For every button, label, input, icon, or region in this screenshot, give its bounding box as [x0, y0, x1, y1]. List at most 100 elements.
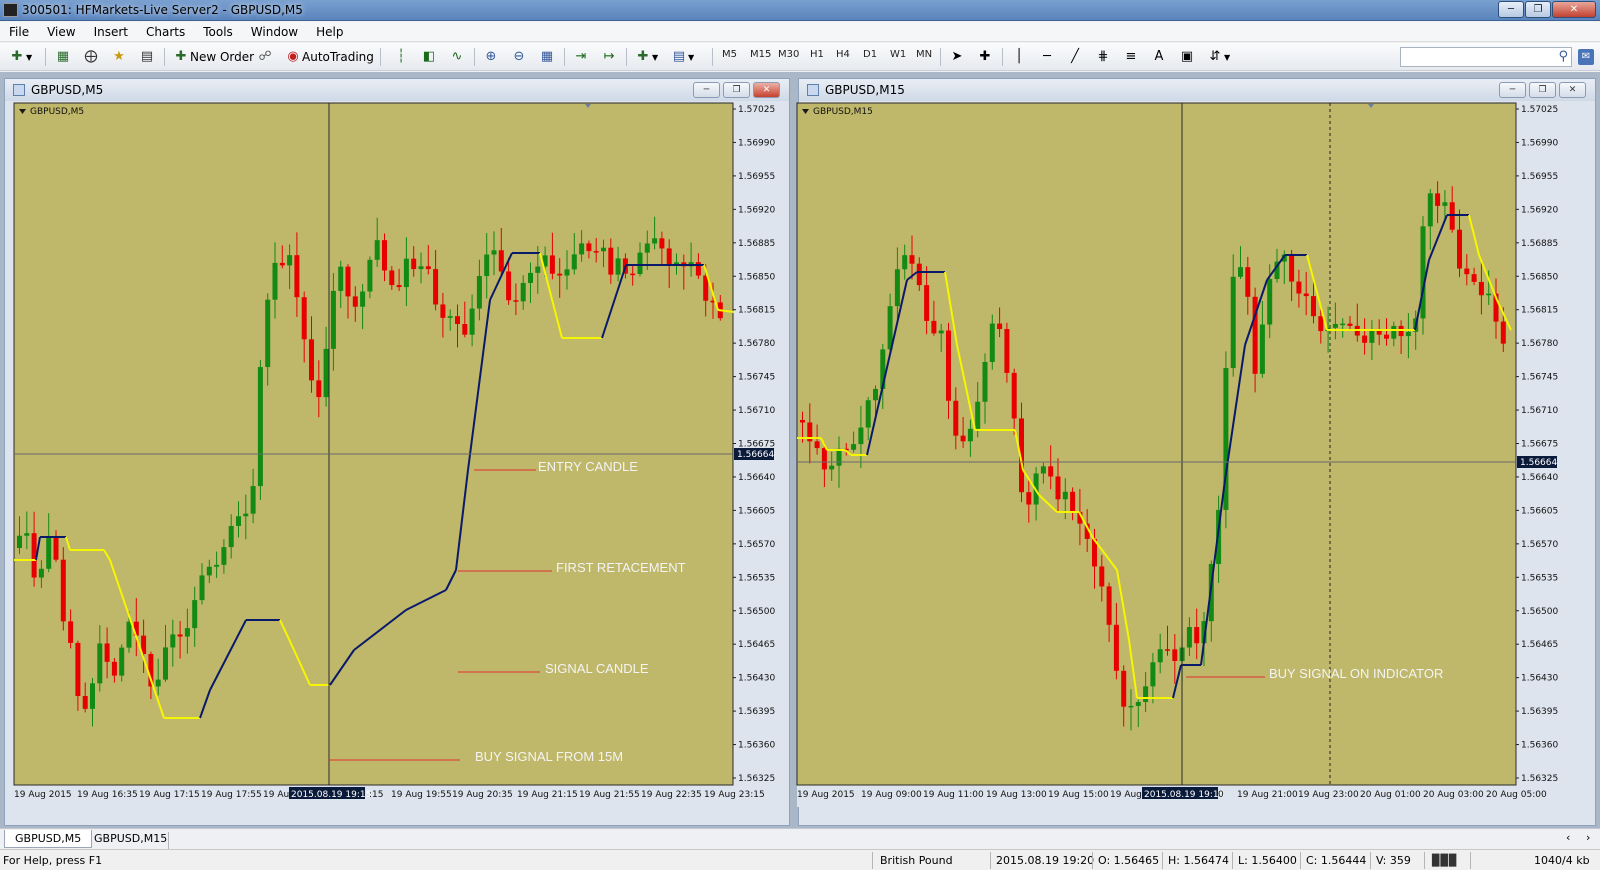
time-label: 19 Aug 13:00	[986, 790, 1047, 800]
chart-tabs: GBPUSD,M5 GBPUSD,M15 ‹ ›	[0, 828, 1600, 849]
candle-body	[1040, 466, 1046, 474]
candle-body	[938, 330, 944, 334]
price-label: 1.56815	[1521, 306, 1558, 316]
candle-body	[1026, 492, 1032, 505]
candle-body	[894, 269, 900, 307]
tab-scroll-left-icon[interactable]: ‹	[1566, 831, 1570, 844]
price-label: 1.56570	[1521, 540, 1558, 550]
candle-body	[1070, 491, 1076, 512]
candle-body	[1303, 293, 1309, 297]
candle-body	[924, 285, 930, 321]
candle-body	[960, 435, 966, 442]
candle-body	[814, 441, 820, 449]
tab-scroll-right-icon[interactable]: ›	[1586, 831, 1590, 844]
candle-body	[931, 320, 937, 334]
candle-body	[1471, 274, 1477, 282]
candle-body	[975, 401, 981, 429]
candle-body	[1230, 276, 1236, 369]
candle-body	[1267, 279, 1273, 325]
status-traffic: 1040/4 kb	[1534, 854, 1590, 867]
candle-body	[946, 330, 951, 401]
candle-body	[1427, 193, 1433, 227]
candle-body	[1478, 281, 1484, 296]
candle-body	[1172, 649, 1178, 662]
time-label: 20 Aug 05:00	[1486, 790, 1547, 800]
status-symbol: British Pound	[880, 854, 953, 867]
chart-background	[797, 103, 1516, 785]
candle-body	[1435, 193, 1441, 206]
time-label: 19 Aug 11:00	[923, 790, 984, 800]
time-label: 19 Aug 2015	[797, 790, 855, 800]
price-label: 1.56850	[1521, 272, 1558, 282]
candle-body	[865, 400, 871, 428]
time-label: 20 Aug 03:00	[1423, 790, 1484, 800]
connection-icon: ▉▉▉	[1432, 854, 1458, 867]
candle-body	[909, 255, 915, 264]
status-high: H: 1.56474	[1168, 854, 1229, 867]
chart-m15[interactable]: GBPUSD,M15 1.57025 1.56990 1.56955 1.56920 1.…	[0, 0, 1600, 870]
candle-body	[982, 361, 988, 402]
status-bar: For Help, press F1 British Pound 2015.08…	[0, 849, 1600, 870]
candle-body	[1332, 323, 1338, 328]
candle-body	[1340, 323, 1346, 326]
time-label: 19 Aug 15:00	[1048, 790, 1109, 800]
chart-symbol-label: GBPUSD,M15	[813, 107, 873, 117]
candle-body	[1011, 372, 1017, 419]
candle-body	[1245, 267, 1251, 297]
price-label: 1.56395	[1521, 707, 1558, 717]
price-label: 1.56745	[1521, 373, 1558, 383]
candle-body	[1362, 335, 1368, 343]
candle-body	[1420, 226, 1426, 319]
candle-body	[1318, 316, 1324, 332]
price-label: 1.56465	[1521, 640, 1558, 650]
status-volume: V: 359	[1376, 854, 1411, 867]
tab-gbpusd-m15[interactable]: GBPUSD,M15	[84, 830, 177, 848]
status-low: L: 1.56400	[1238, 854, 1297, 867]
candle-body	[1464, 268, 1470, 275]
candle-body	[1486, 293, 1492, 296]
price-label: 1.56710	[1521, 406, 1558, 416]
candle-body	[1442, 202, 1448, 206]
candle-body	[1128, 705, 1134, 708]
time-label: 0	[1218, 790, 1224, 800]
time-label: 20 Aug 01:00	[1360, 790, 1421, 800]
candle-body	[1384, 334, 1389, 339]
candle-body	[821, 448, 827, 470]
candle-body	[997, 323, 1003, 330]
tab-gbpusd-m5[interactable]: GBPUSD,M5	[4, 830, 93, 848]
candle-body	[1369, 329, 1375, 343]
candle-body	[836, 448, 842, 466]
price-label: 1.56325	[1521, 774, 1558, 784]
candle-body	[1062, 491, 1068, 500]
status-open: O: 1.56465	[1098, 854, 1160, 867]
candle-body	[967, 428, 973, 442]
candle-body	[1405, 331, 1411, 337]
price-label: 1.56675	[1521, 440, 1558, 450]
candle-body	[1150, 662, 1156, 687]
price-label: 1.56920	[1521, 205, 1558, 215]
candle-body	[1259, 324, 1265, 374]
candle-body	[1296, 281, 1302, 294]
annotation-label: BUY SIGNAL ON INDICATOR	[1269, 666, 1443, 681]
status-close: C: 1.56444	[1306, 854, 1367, 867]
status-help: For Help, press F1	[3, 854, 103, 867]
price-label: 1.56990	[1521, 138, 1558, 148]
crosshair-time-label: 2015.08.19 19:15	[1144, 790, 1224, 800]
price-label: 1.56640	[1521, 473, 1558, 483]
candle-body	[1113, 624, 1119, 671]
candle-body	[1121, 670, 1127, 707]
candle-body	[1055, 476, 1061, 500]
candle-body	[858, 427, 864, 445]
candle-body	[873, 388, 878, 401]
candle-body	[1157, 649, 1163, 663]
candle-body	[800, 420, 805, 423]
price-label: 1.56430	[1521, 674, 1558, 684]
price-label: 1.57025	[1521, 105, 1558, 115]
price-label: 1.56360	[1521, 741, 1558, 751]
price-label: 1.56535	[1521, 573, 1558, 583]
candle-body	[851, 444, 857, 450]
time-label: 19 Aug 21:00	[1237, 790, 1298, 800]
candle-body	[1099, 566, 1105, 587]
candle-body	[902, 255, 908, 270]
candle-body	[1500, 321, 1506, 344]
